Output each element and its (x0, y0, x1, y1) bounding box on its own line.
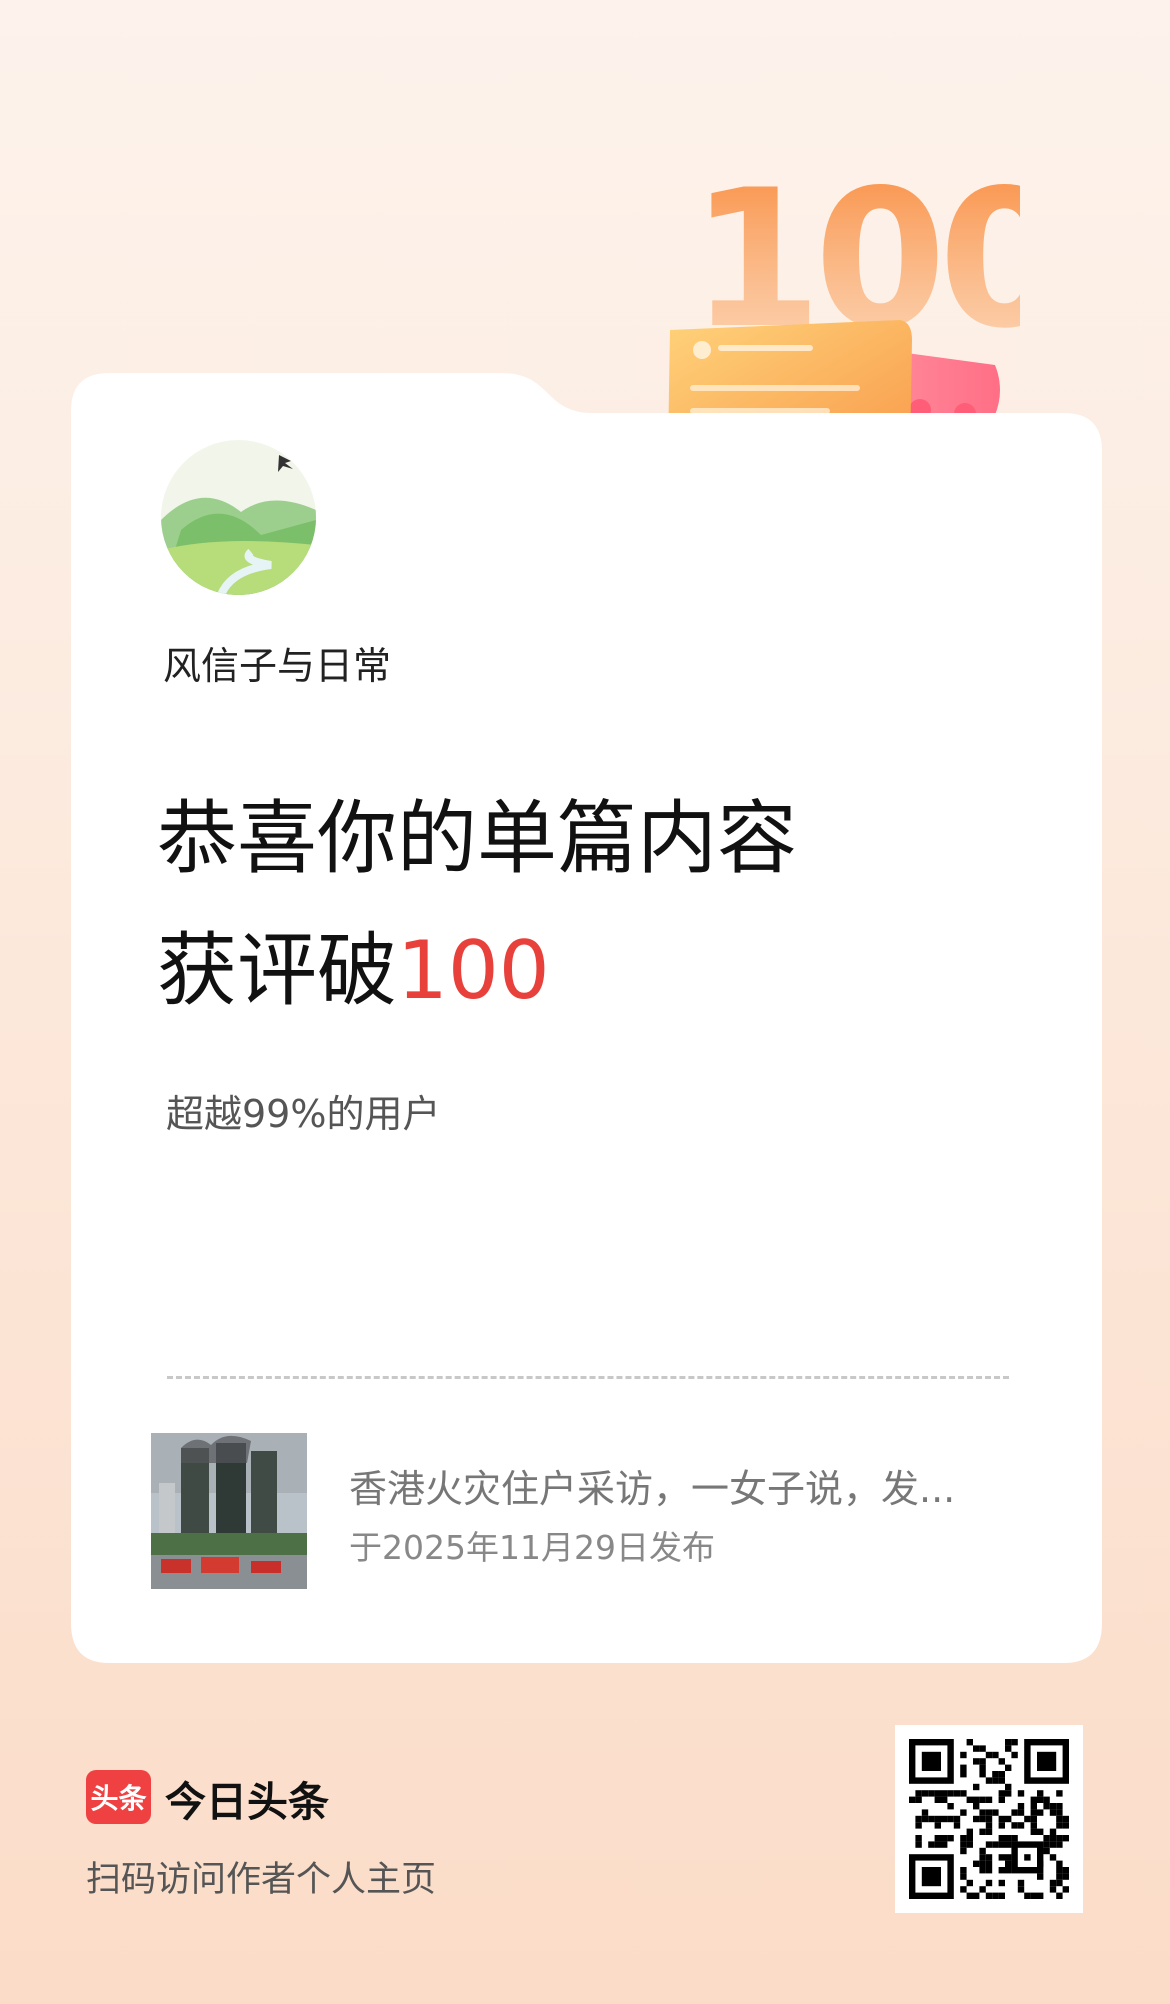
brand-name: 今日头条 (165, 1778, 329, 1826)
article-thumbnail[interactable] (151, 1433, 307, 1589)
article-publish-date: 于2025年11月29日发布 (349, 1528, 715, 1567)
author-avatar[interactable] (161, 440, 316, 595)
author-name[interactable]: 风信子与日常 (163, 635, 391, 690)
dashed-divider (167, 1376, 1009, 1379)
headline-line2: 获评破100 (157, 905, 797, 1037)
headline-number: 100 (397, 924, 550, 1017)
headline-prefix: 获评破 (157, 924, 397, 1017)
article-title[interactable]: 香港火灾住户采访，一女子说，发... (349, 1458, 1009, 1513)
headline: 恭喜你的单篇内容 获评破100 (157, 773, 797, 1037)
scan-tip: 扫码访问作者个人主页 (86, 1860, 437, 1900)
achievement-card: 风信子与日常 恭喜你的单篇内容 获评破100 超越99%的用户 香港火灾住户采访… (71, 373, 1102, 1663)
headline-line1: 恭喜你的单篇内容 (157, 792, 797, 885)
qr-code[interactable] (895, 1725, 1083, 1913)
toutiao-logo: 头条 (86, 1770, 151, 1824)
percentile-text: 超越99%的用户 (166, 1092, 441, 1136)
